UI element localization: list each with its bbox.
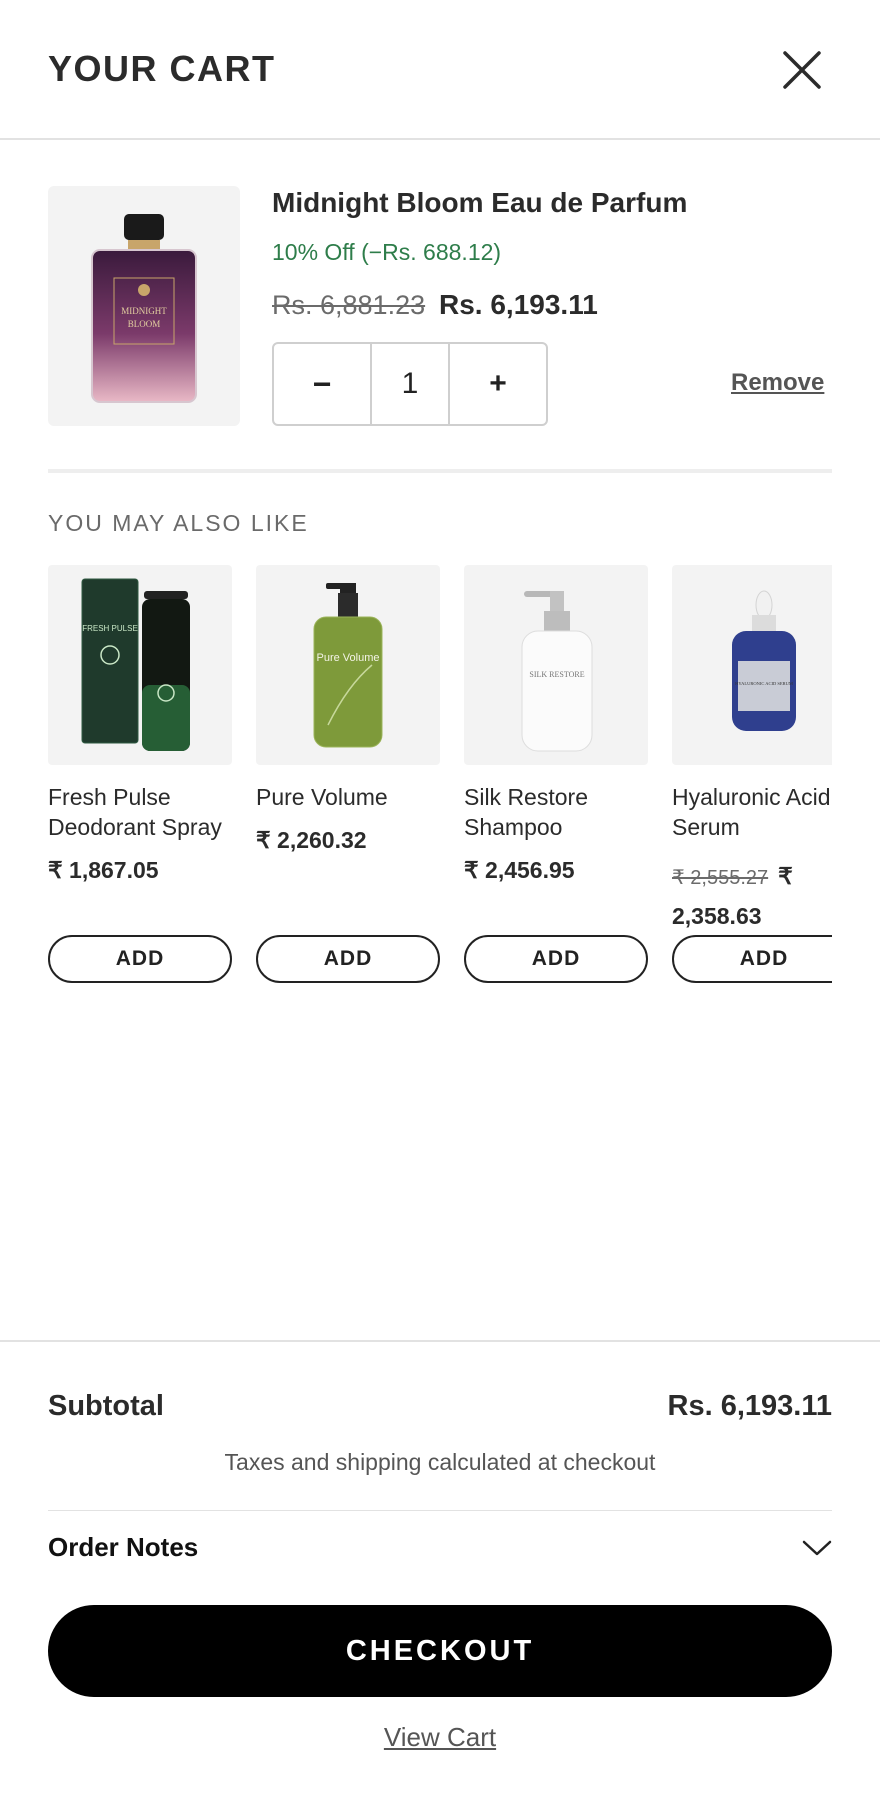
cart-item-sale-price: Rs. 6,193.11 [439,289,598,320]
cart-item-discount: 10% Off (−Rs. 688.12) [272,239,502,265]
quantity-value[interactable]: 1 [372,344,450,424]
notes-divider [48,1510,832,1511]
recommendation-image[interactable]: FRESH PULSE [48,565,232,765]
add-to-cart-button[interactable]: ADD [672,935,832,983]
subtotal-label: Subtotal [48,1390,164,1422]
recommendation-image[interactable]: SILK RESTORE [464,565,648,765]
close-button[interactable] [776,44,828,96]
recommendation-price: ₹ 2,260.32 [256,827,367,853]
recommendation-card: HYALURONIC ACID SERUM Hyaluronic Acid Se… [672,565,832,985]
perfume-label-text-2: BLOOM [128,319,161,329]
serum-bottle-label: HYALURONIC ACID SERUM [735,681,793,686]
recommendations-carousel[interactable]: FRESH PULSE Fresh Pulse Deodorant Spray … [48,565,832,985]
cart-header: YOUR CART [0,0,880,140]
view-cart-link[interactable]: View Cart [384,1722,496,1752]
deodorant-box-text: FRESH PULSE [82,624,138,633]
pump-bottle-image: Pure Volume [313,583,383,748]
cart-item-name[interactable]: Midnight Bloom Eau de Parfum [272,187,687,219]
cart-title: YOUR CART [48,48,276,89]
shampoo-bottle-label: SILK RESTORE [529,670,584,679]
recommendation-image[interactable]: Pure Volume [256,565,440,765]
recommendation-original-price: ₹ 2,555.27 [672,867,769,889]
pump-bottle-label: Pure Volume [317,652,380,664]
recommendation-card: FRESH PULSE Fresh Pulse Deodorant Spray … [48,565,232,985]
chevron-down-icon [802,1540,832,1556]
recommendation-image[interactable]: HYALURONIC ACID SERUM [672,565,832,765]
footer-divider [0,1340,880,1342]
add-to-cart-button[interactable]: ADD [48,935,232,983]
view-cart-row: View Cart [0,1722,880,1753]
recommendation-name[interactable]: Pure Volume [256,782,446,812]
increase-quantity-button[interactable]: + [450,344,546,424]
close-icon [783,51,821,89]
upsell-heading: YOU MAY ALSO LIKE [48,510,309,536]
recommendation-card: SILK RESTORE Silk Restore Shampoo ₹ 2,45… [464,565,648,985]
checkout-button[interactable]: CHECKOUT [48,1605,832,1697]
recommendation-card: Pure Volume Pure Volume ₹ 2,260.32 ADD [256,565,440,985]
order-notes-toggle[interactable]: Order Notes [48,1532,832,1572]
quantity-stepper: − 1 + [272,342,548,426]
perfume-bottle-image: MIDNIGHT BLOOM [91,214,197,403]
cart-item-image[interactable]: MIDNIGHT BLOOM [48,186,240,426]
subtotal-value: Rs. 6,193.11 [667,1390,832,1422]
perfume-label-text-1: MIDNIGHT [121,306,167,316]
serum-bottle-image: HYALURONIC ACID SERUM [732,590,796,731]
recommendation-name[interactable]: Silk Restore Shampoo [464,782,654,842]
recommendation-price-group: ₹ 2,555.27 ₹ 2,358.63 [672,857,832,935]
cart-item-original-price: Rs. 6,881.23 [272,290,426,320]
recommendation-name[interactable]: Hyaluronic Acid Serum [672,782,832,842]
order-notes-label: Order Notes [48,1532,199,1562]
add-to-cart-button[interactable]: ADD [464,935,648,983]
decrease-quantity-button[interactable]: − [274,344,372,424]
shampoo-bottle-image: SILK RESTORE [521,591,593,752]
recommendation-price: ₹ 2,456.95 [464,857,575,883]
deodorant-image: FRESH PULSE [81,578,190,751]
recommendation-price: ₹ 1,867.05 [48,857,159,883]
add-to-cart-button[interactable]: ADD [256,935,440,983]
recommendation-name[interactable]: Fresh Pulse Deodorant Spray [48,782,238,842]
tax-shipping-note: Taxes and shipping calculated at checkou… [224,1449,656,1475]
section-divider [48,469,832,473]
remove-item-link[interactable]: Remove [731,369,824,397]
